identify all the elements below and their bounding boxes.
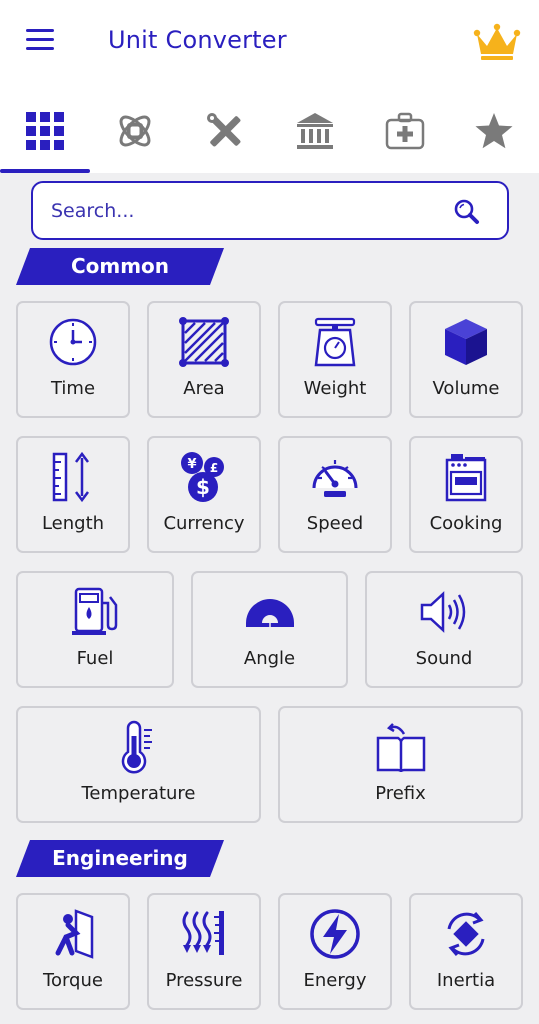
search-icon[interactable] xyxy=(452,197,482,227)
medical-kit-icon xyxy=(385,112,425,149)
card-label: Inertia xyxy=(436,970,496,991)
speedometer-icon xyxy=(312,460,358,497)
hamburger-menu-icon xyxy=(26,29,54,50)
card-label: Torque xyxy=(43,970,103,991)
category-card-pressure[interactable]: Pressure xyxy=(147,893,261,1010)
crown-icon xyxy=(473,23,521,60)
book-icon xyxy=(376,723,425,773)
category-card-fuel[interactable]: Fuel xyxy=(16,571,174,688)
grid-icon xyxy=(26,111,64,150)
tab-health[interactable] xyxy=(360,88,450,173)
card-label: Weight xyxy=(303,378,367,399)
tab-engineering[interactable] xyxy=(180,88,270,173)
stove-icon xyxy=(445,454,487,502)
scale-icon xyxy=(314,317,356,367)
card-label: Currency xyxy=(163,513,245,534)
area-icon xyxy=(179,317,229,367)
category-tabs xyxy=(0,88,539,173)
svg-text:¥: ¥ xyxy=(187,457,196,472)
active-tab-indicator xyxy=(0,169,90,173)
section-header-engineering: Engineering xyxy=(16,840,224,877)
category-card-cooking[interactable]: Cooking xyxy=(409,436,523,553)
category-card-temperature[interactable]: Temperature xyxy=(16,706,261,823)
pressure-icon xyxy=(182,911,224,955)
card-label: Length xyxy=(41,513,105,534)
thermometer-icon xyxy=(121,720,152,774)
search-box xyxy=(31,181,509,240)
svg-text:£: £ xyxy=(210,461,218,475)
section-header-common: Common xyxy=(16,248,224,285)
card-label: Area xyxy=(183,378,225,399)
card-label: Speed xyxy=(306,513,364,534)
category-card-torque[interactable]: Torque xyxy=(16,893,130,1010)
category-card-speed[interactable]: Speed xyxy=(278,436,392,553)
card-label: Time xyxy=(50,378,96,399)
card-label: Cooking xyxy=(429,513,503,534)
category-card-prefix[interactable]: Prefix xyxy=(278,706,523,823)
menu-button[interactable] xyxy=(24,26,60,56)
svg-text:$: $ xyxy=(196,475,210,499)
card-label: Angle xyxy=(243,648,296,669)
app-bar: Unit Converter xyxy=(0,0,539,88)
category-card-length[interactable]: Length xyxy=(16,436,130,553)
category-card-angle[interactable]: Angle xyxy=(191,571,348,688)
bank-icon xyxy=(297,112,333,149)
category-card-volume[interactable]: Volume xyxy=(409,301,523,418)
rotate-icon xyxy=(447,912,485,956)
tab-science[interactable] xyxy=(90,88,180,173)
card-label: Volume xyxy=(432,378,500,399)
category-card-inertia[interactable]: Inertia xyxy=(409,893,523,1010)
cube-icon xyxy=(445,319,487,365)
tab-finance[interactable] xyxy=(270,88,360,173)
section-title: Common xyxy=(70,254,170,278)
tab-favorites[interactable] xyxy=(449,88,539,173)
category-card-sound[interactable]: Sound xyxy=(365,571,523,688)
card-label: Energy xyxy=(303,970,367,991)
card-label: Prefix xyxy=(375,783,426,804)
currency-icon: ¥ £ $ xyxy=(181,452,224,502)
speaker-icon xyxy=(420,591,466,633)
category-card-weight[interactable]: Weight xyxy=(278,301,392,418)
ruler-icon xyxy=(52,451,89,503)
section-title: Engineering xyxy=(52,846,188,870)
tab-all[interactable] xyxy=(0,88,90,173)
tools-icon xyxy=(207,112,241,146)
category-card-area[interactable]: Area xyxy=(147,301,261,418)
category-card-time[interactable]: Time xyxy=(16,301,130,418)
protractor-icon xyxy=(245,599,294,627)
search-input[interactable] xyxy=(51,197,441,225)
card-label: Fuel xyxy=(76,648,114,669)
clock-icon xyxy=(49,318,97,366)
category-card-energy[interactable]: Energy xyxy=(278,893,392,1010)
category-card-currency[interactable]: ¥ £ $ Currency xyxy=(147,436,261,553)
door-push-icon xyxy=(55,909,94,959)
fuel-pump-icon xyxy=(72,587,118,635)
card-label: Pressure xyxy=(165,970,243,991)
atom-icon xyxy=(119,115,151,146)
card-label: Sound xyxy=(415,648,473,669)
star-icon xyxy=(475,112,513,148)
premium-button[interactable] xyxy=(472,22,522,64)
card-label: Temperature xyxy=(81,783,196,804)
app-title: Unit Converter xyxy=(108,26,287,54)
lightning-icon xyxy=(310,909,360,959)
